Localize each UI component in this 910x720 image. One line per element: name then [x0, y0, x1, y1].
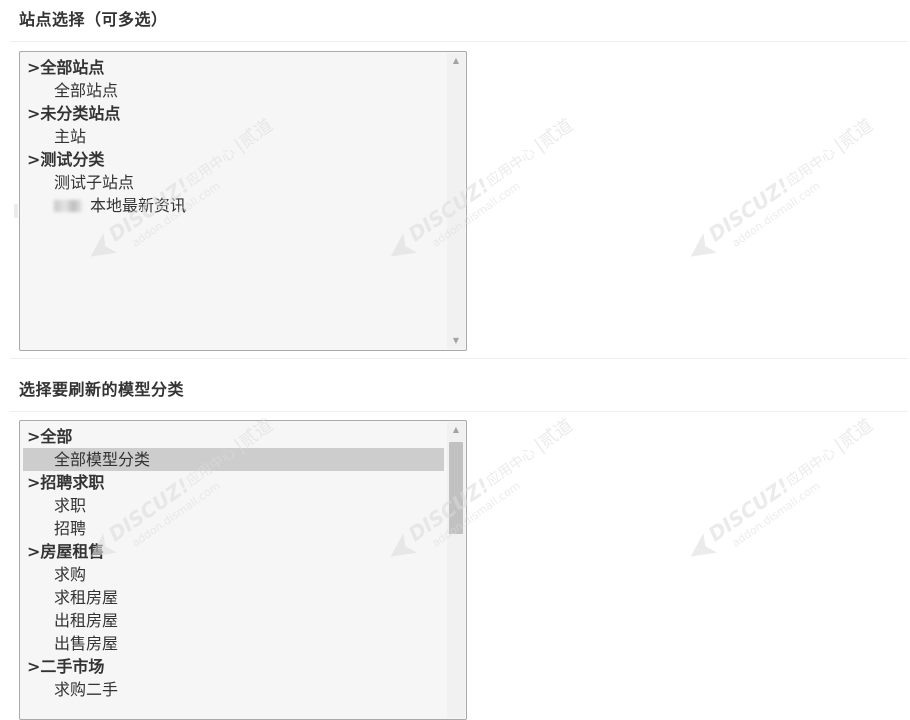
- option-label: 出售房屋: [54, 634, 119, 653]
- list-option[interactable]: 主站: [23, 125, 444, 148]
- option-label: 本地最新资讯: [90, 196, 187, 215]
- option-label: 出租房屋: [54, 611, 119, 630]
- redacted-text: [54, 200, 82, 212]
- model-category-title: 选择要刷新的模型分类: [19, 380, 185, 399]
- option-group-label[interactable]: >测试分类: [23, 148, 444, 171]
- option-label: >全部: [27, 427, 73, 446]
- option-label: 求购: [54, 565, 87, 584]
- option-label: 求租房屋: [54, 588, 119, 607]
- watermark-logo: DISCUZ! 应用中心 addon.dismall.com |贰道: [645, 405, 885, 565]
- svg-text:|贰道: |贰道: [831, 115, 878, 156]
- list-option[interactable]: 测试子站点: [23, 171, 444, 194]
- edge-mark: [14, 204, 18, 218]
- scrollbar-thumb[interactable]: [449, 442, 463, 534]
- list-option[interactable]: 求职: [23, 494, 444, 517]
- divider: [10, 358, 908, 359]
- divider: [10, 411, 908, 412]
- site-option-list: >全部站点全部站点 >未分类站点主站 >测试分类测试子站点本地最新资讯: [23, 56, 444, 217]
- svg-text:addon.dismall.com: addon.dismall.com: [730, 479, 823, 549]
- svg-text:应用中心: 应用中心: [483, 144, 539, 190]
- scroll-up-arrow-icon[interactable]: ▲: [447, 53, 465, 69]
- model-category-listbox[interactable]: >全部全部模型分类 >招聘求职求职招聘 >房屋租售求购求租房屋出租房屋出售房屋 >二手…: [19, 420, 467, 720]
- option-label: 全部站点: [54, 81, 119, 100]
- option-label: 全部模型分类: [54, 450, 151, 469]
- option-group-label[interactable]: >房屋租售: [23, 540, 444, 563]
- list-option[interactable]: 全部站点: [23, 79, 444, 102]
- scroll-down-arrow-icon[interactable]: ▼: [447, 333, 465, 349]
- scroll-up-arrow-icon[interactable]: ▲: [447, 422, 465, 438]
- option-label: 求购二手: [54, 680, 119, 699]
- site-select-listbox[interactable]: >全部站点全部站点 >未分类站点主站 >测试分类测试子站点本地最新资讯 ▲ ▼: [19, 51, 467, 351]
- option-label: >二手市场: [27, 657, 105, 676]
- svg-text:|贰道: |贰道: [531, 115, 578, 156]
- option-label: 招聘: [54, 519, 87, 538]
- svg-text:应用中心: 应用中心: [783, 444, 839, 490]
- option-label: >测试分类: [27, 150, 105, 169]
- site-select-title: 站点选择（可多选）: [19, 10, 168, 29]
- option-label: >未分类站点: [27, 104, 121, 123]
- list-option[interactable]: 求购: [23, 563, 444, 586]
- list-option[interactable]: 招聘: [23, 517, 444, 540]
- svg-text:应用中心: 应用中心: [483, 444, 539, 490]
- scrollbar[interactable]: ▲ ▼: [447, 53, 465, 349]
- list-option[interactable]: 全部模型分类: [23, 448, 444, 471]
- list-option[interactable]: 出租房屋: [23, 609, 444, 632]
- option-label: >房屋租售: [27, 542, 105, 561]
- list-option[interactable]: 出售房屋: [23, 632, 444, 655]
- svg-text:应用中心: 应用中心: [783, 144, 839, 190]
- option-label: >全部站点: [27, 58, 105, 77]
- option-group-label[interactable]: >二手市场: [23, 655, 444, 678]
- option-label: 主站: [54, 127, 87, 146]
- svg-text:|贰道: |贰道: [831, 415, 878, 456]
- svg-text:addon.dismall.com: addon.dismall.com: [730, 179, 823, 249]
- option-group-label[interactable]: >未分类站点: [23, 102, 444, 125]
- model-option-list: >全部全部模型分类 >招聘求职求职招聘 >房屋租售求购求租房屋出租房屋出售房屋 >二手…: [23, 425, 444, 701]
- scrollbar[interactable]: ▲: [447, 422, 465, 718]
- list-option[interactable]: 求租房屋: [23, 586, 444, 609]
- svg-text:DISCUZ!: DISCUZ!: [704, 473, 794, 546]
- option-group-label[interactable]: >招聘求职: [23, 471, 444, 494]
- option-label: 测试子站点: [54, 173, 135, 192]
- list-option[interactable]: 求购二手: [23, 678, 444, 701]
- option-label: 求职: [54, 496, 87, 515]
- svg-text:DISCUZ!: DISCUZ!: [704, 173, 794, 246]
- divider: [10, 41, 908, 42]
- watermark-logo: DISCUZ! 应用中心 addon.dismall.com |贰道: [645, 105, 885, 265]
- option-label: >招聘求职: [27, 473, 105, 492]
- list-option[interactable]: 本地最新资讯: [23, 194, 444, 217]
- svg-text:|贰道: |贰道: [531, 415, 578, 456]
- option-group-label[interactable]: >全部: [23, 425, 444, 448]
- option-group-label[interactable]: >全部站点: [23, 56, 444, 79]
